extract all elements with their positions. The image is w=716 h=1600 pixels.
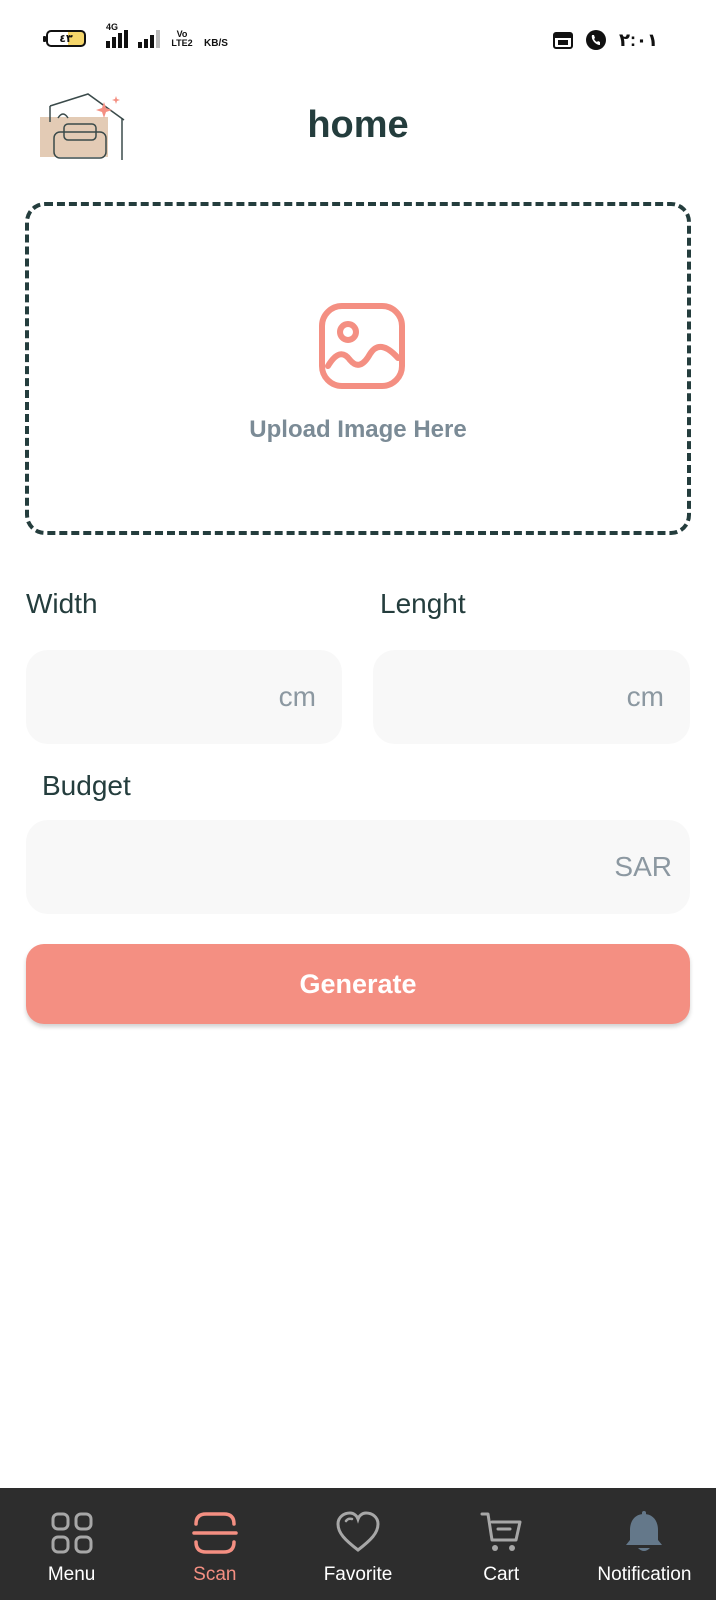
clock: ٢:٠١ xyxy=(619,29,658,50)
page-title: home xyxy=(307,104,409,146)
network-speed: KB/S xyxy=(204,38,228,49)
nav-label-cart: Cart xyxy=(483,1564,520,1585)
scan-icon xyxy=(192,1512,238,1554)
upload-image-area[interactable]: Upload Image Here xyxy=(25,202,691,535)
upload-label: Upload Image Here xyxy=(249,416,467,443)
heart-icon xyxy=(336,1511,380,1552)
grid-icon xyxy=(51,1512,93,1554)
nav-item-menu[interactable]: Menu xyxy=(0,1488,143,1600)
width-field[interactable]: cm xyxy=(26,650,342,744)
length-field[interactable]: cm xyxy=(373,650,690,744)
nav-label-scan: Scan xyxy=(193,1564,237,1585)
nav-label-menu: Menu xyxy=(47,1564,96,1585)
battery-level: ٤٣ xyxy=(59,33,73,45)
cart-icon xyxy=(480,1512,522,1551)
width-input[interactable] xyxy=(52,680,273,714)
bell-icon xyxy=(626,1511,663,1551)
generate-button[interactable]: Generate xyxy=(26,944,690,1024)
budget-field[interactable]: SAR xyxy=(26,820,690,914)
length-unit: cm xyxy=(626,681,664,712)
nav-item-scan[interactable]: Scan xyxy=(143,1488,286,1600)
nav-label-notification: Notification xyxy=(597,1564,692,1585)
length-input[interactable] xyxy=(399,680,621,714)
nav-item-favorite[interactable]: Favorite xyxy=(286,1488,429,1600)
signal-icon-2 xyxy=(138,29,160,48)
budget-unit: SAR xyxy=(614,851,672,882)
calendar-icon xyxy=(553,32,574,49)
width-unit: cm xyxy=(278,681,316,712)
length-label: Lenght xyxy=(380,588,466,619)
nav-label-favorite: Favorite xyxy=(323,1564,393,1585)
signal-icon: 4G xyxy=(106,22,128,48)
nav-item-notification[interactable]: Notification xyxy=(573,1488,716,1600)
bottom-nav: Menu Scan Favorite Cart Notification xyxy=(0,1488,716,1600)
image-icon xyxy=(319,303,405,389)
budget-label: Budget xyxy=(42,770,131,801)
width-label: Width xyxy=(26,588,98,619)
nav-item-cart[interactable]: Cart xyxy=(430,1488,573,1600)
status-bar: ٤٣ 4G Vo LTE2 KB/S ٢:٠١ xyxy=(0,0,716,70)
volte-indicator: Vo LTE2 xyxy=(171,28,193,48)
status-left: ٤٣ 4G Vo LTE2 KB/S xyxy=(43,22,228,49)
network-type: 4G xyxy=(106,21,119,32)
battery-icon: ٤٣ xyxy=(43,30,86,47)
status-right: ٢:٠١ xyxy=(553,29,658,51)
budget-input[interactable] xyxy=(52,850,609,884)
whatsapp-icon xyxy=(586,30,607,50)
